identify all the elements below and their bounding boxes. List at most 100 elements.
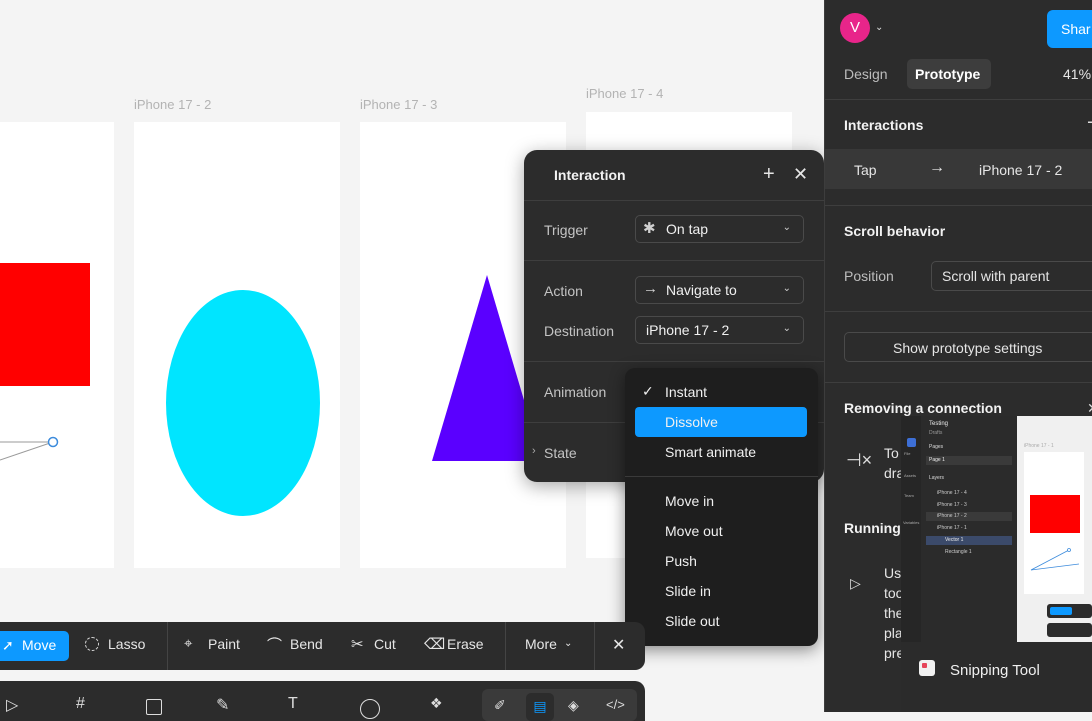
more-button[interactable]: More: [525, 636, 557, 652]
dropdown-item-instant[interactable]: Instant: [665, 384, 707, 400]
trigger-label: Trigger: [544, 222, 588, 238]
dropdown-item-smart-animate[interactable]: Smart animate: [665, 444, 756, 460]
dropdown-item-move-out[interactable]: Move out: [665, 523, 723, 539]
thumb-sidebar: [901, 416, 921, 642]
thumb-side-label-2: Assets: [904, 473, 917, 478]
position-label: Position: [844, 268, 894, 284]
position-value: Scroll with parent: [942, 268, 1050, 284]
divider: [594, 622, 595, 670]
pen-tool-icon[interactable]: ▷: [6, 695, 18, 715]
chevron-down-icon: ⌄: [782, 222, 791, 233]
tab-design[interactable]: Design: [844, 66, 888, 82]
shape-tool-icon[interactable]: [146, 699, 162, 715]
tab-prototype[interactable]: Prototype: [907, 59, 991, 89]
thumb-layer-selected: [926, 536, 1012, 545]
divider: [167, 622, 168, 670]
remove-connection-icon: ⊣×: [846, 450, 873, 470]
thumb-drafts: Drafts: [929, 430, 943, 436]
erase-button[interactable]: Erase: [447, 636, 484, 652]
interaction-row[interactable]: Tap → iPhone 17 - 2: [825, 149, 1092, 189]
zoom-level[interactable]: 41%: [1063, 66, 1091, 82]
thumb-layer-2: iPhone 17 - 3: [937, 502, 967, 508]
state-label[interactable]: State: [544, 445, 577, 461]
divider: [524, 200, 824, 201]
trigger-select[interactable]: ✱ On tap ⌄: [635, 215, 804, 243]
frame-label-4[interactable]: iPhone 17 - 4: [586, 86, 663, 101]
components-icon[interactable]: ❖: [430, 695, 443, 712]
main-toolbar: ▷ # ✎ T ❖ ✐ ▤ ◈ </>: [0, 681, 645, 721]
tap-icon: ✱: [643, 220, 656, 237]
action-select[interactable]: → Navigate to ⌄: [635, 276, 804, 304]
snip-icon-mark: [922, 663, 927, 668]
chevron-right-icon[interactable]: ›: [532, 445, 536, 457]
dropdown-item-move-in[interactable]: Move in: [665, 493, 714, 509]
destination-select[interactable]: iPhone 17 - 2 ⌄: [635, 316, 804, 344]
move-icon: ➚: [2, 637, 14, 653]
move-tool-button[interactable]: ➚ Move: [0, 631, 69, 661]
close-toolbar-icon[interactable]: ✕: [612, 635, 625, 655]
cyan-ellipse[interactable]: [166, 290, 320, 516]
chevron-down-icon[interactable]: ⌄: [875, 22, 883, 33]
thumb-layer-3: iPhone 17 - 2: [937, 513, 967, 519]
thumb-red-rect: [1030, 495, 1080, 533]
paint-button[interactable]: Paint: [208, 636, 240, 652]
dropdown-item-slide-out[interactable]: Slide out: [665, 613, 719, 629]
screenshot-thumbnail[interactable]: File Assets Team Variables Testing Draft…: [901, 416, 1092, 642]
prototype-mode-icon[interactable]: ◈: [568, 697, 579, 714]
action-value: Navigate to: [666, 282, 737, 298]
removing-text-1: To: [884, 445, 899, 461]
dropdown-item-push[interactable]: Push: [665, 553, 697, 569]
red-rectangle[interactable]: [0, 263, 90, 386]
tab-prototype-label: Prototype: [915, 66, 981, 82]
checkmark-icon: ✓: [642, 383, 654, 399]
running-title: Running: [844, 520, 901, 536]
interactions-title: Interactions: [844, 117, 924, 133]
connector-line[interactable]: [0, 430, 70, 470]
divider: [524, 260, 824, 261]
vector-tool-icon[interactable]: ✎: [216, 695, 229, 715]
thumb-page-item: Page 1: [929, 457, 945, 463]
draw-mode-icon[interactable]: ✐: [494, 697, 506, 714]
frame-label-2[interactable]: iPhone 17 - 2: [134, 97, 211, 112]
thumb-file-name: Testing: [929, 421, 949, 427]
dropdown-item-slide-in[interactable]: Slide in: [665, 583, 711, 599]
snipping-tool-label: Snipping Tool: [950, 662, 1040, 679]
close-hint-icon[interactable]: ✕: [1087, 400, 1092, 417]
divider: [825, 311, 1092, 312]
position-select[interactable]: Scroll with parent: [931, 261, 1092, 291]
dropdown-item-dissolve[interactable]: Dissolve: [665, 414, 718, 430]
thumb-toolbar-2: [1047, 623, 1092, 637]
ellipse-tool-icon[interactable]: [360, 699, 380, 719]
play-icon[interactable]: ▷: [850, 575, 861, 592]
lasso-button[interactable]: Lasso: [108, 636, 145, 652]
mode-switcher: ✐ ▤ ◈ </>: [482, 689, 637, 721]
thumb-layer-1: iPhone 17 - 4: [937, 490, 967, 496]
arrow-right-icon: →: [929, 159, 945, 176]
show-prototype-settings-button[interactable]: Show prototype settings: [844, 332, 1092, 362]
add-icon[interactable]: +: [763, 163, 775, 186]
thumb-connector: [1030, 548, 1080, 571]
close-icon[interactable]: ✕: [793, 164, 808, 185]
dropdown-highlight[interactable]: [635, 407, 807, 437]
text-tool-icon[interactable]: T: [288, 695, 298, 713]
thumb-side-label-4: Variables: [903, 520, 920, 525]
cut-icon: ✂: [351, 636, 364, 653]
cut-button[interactable]: Cut: [374, 636, 396, 652]
divider: [825, 382, 1092, 383]
snipping-tool-notification[interactable]: Snipping Tool: [901, 642, 1092, 712]
animation-dropdown: ✓ Instant Dissolve Smart animate Move in…: [625, 368, 818, 646]
divider: [625, 476, 818, 477]
avatar[interactable]: V: [840, 13, 870, 43]
paint-icon: ⌖: [184, 635, 193, 652]
add-interaction-icon[interactable]: +: [1087, 112, 1092, 135]
share-label: Shar: [1061, 21, 1091, 37]
share-button[interactable]: Shar: [1047, 10, 1092, 48]
design-mode-icon[interactable]: ▤: [526, 693, 554, 721]
dev-mode-icon[interactable]: </>: [606, 697, 625, 712]
interaction-trigger: Tap: [854, 162, 877, 178]
thumb-layer-5: Vector 1: [945, 537, 964, 543]
bend-button[interactable]: Bend: [290, 636, 323, 652]
frame-label-3[interactable]: iPhone 17 - 3: [360, 97, 437, 112]
frame-tool-icon[interactable]: #: [76, 695, 85, 713]
arrow-right-icon: →: [643, 280, 658, 297]
